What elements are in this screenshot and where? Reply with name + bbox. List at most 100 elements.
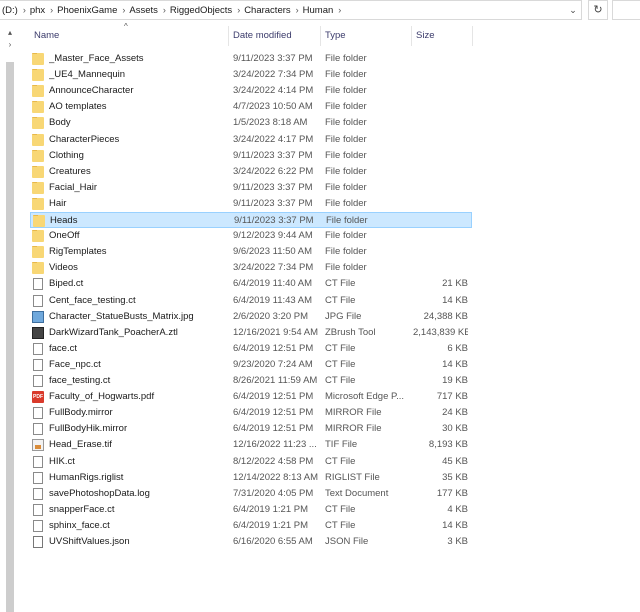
- file-row[interactable]: PDF Faculty_of_Hogwarts.pdf 6/4/2019 12:51…: [30, 389, 472, 405]
- file-type: File folder: [325, 133, 367, 145]
- file-type: ZBrush Tool: [325, 326, 376, 338]
- column-header-row: ^ Name Date modified Type Size: [18, 22, 640, 48]
- folder-icon: [32, 69, 44, 82]
- file-row[interactable]: Heads 9/11/2023 3:37 PM File folder: [30, 212, 472, 228]
- tif-icon: [32, 439, 44, 452]
- file-row[interactable]: sphinx_face.ct 6/4/2019 1:21 PM CT File 14 …: [30, 518, 472, 534]
- file-date-modified: 9/12/2023 9:44 AM: [233, 230, 313, 242]
- file-type: CT File: [325, 358, 356, 370]
- file-name: sphinx_face.ct: [49, 519, 110, 531]
- file-type: File folder: [325, 262, 367, 274]
- file-type: File folder: [325, 165, 367, 177]
- search-input[interactable]: [612, 0, 640, 20]
- file-name: UVShiftValues.json: [49, 536, 130, 547]
- folder-icon: [32, 230, 44, 243]
- file-size: 19 KB: [442, 375, 468, 386]
- chevron-right-icon[interactable]: ›: [237, 5, 240, 15]
- file-row[interactable]: RigTemplates 9/6/2023 11:50 AM File folder: [30, 244, 472, 260]
- file-row[interactable]: FullBodyHik.mirror 6/4/2019 12:51 PM MIRRO…: [30, 421, 472, 437]
- file-size: [413, 83, 468, 99]
- file-row[interactable]: Facial_Hair 9/11/2023 3:37 PM File folder: [30, 180, 472, 196]
- breadcrumb-phoenixgame[interactable]: PhoenixGame: [57, 5, 117, 16]
- file-type: CT File: [325, 342, 356, 354]
- column-divider[interactable]: [472, 26, 473, 46]
- file-row[interactable]: UVShiftValues.json 6/16/2020 6:55 AM JSON …: [30, 534, 472, 550]
- file-size: 24 KB: [442, 407, 468, 419]
- file-size: 4 KB: [447, 503, 468, 515]
- file-type: File folder: [325, 230, 367, 242]
- chevron-right-icon[interactable]: ›: [23, 5, 26, 15]
- file-row[interactable]: HumanRigs.riglist 12/14/2022 8:13 AM RIGLI…: [30, 470, 472, 486]
- folder-icon: [32, 165, 44, 178]
- file-row[interactable]: Hair 9/11/2023 3:37 PM File folder: [30, 196, 472, 212]
- chevron-right-icon[interactable]: ›: [122, 5, 125, 15]
- breadcrumb-assets[interactable]: Assets: [129, 5, 158, 16]
- file-date-modified: 6/4/2019 1:21 PM: [233, 519, 308, 531]
- breadcrumb-human[interactable]: Human: [303, 5, 334, 16]
- file-date-modified: 6/4/2019 12:51 PM: [233, 391, 314, 403]
- file-type: File folder: [325, 85, 367, 97]
- file-name: FullBody.mirror: [49, 407, 113, 419]
- file-date-modified: 12/14/2022 8:13 AM: [233, 471, 319, 483]
- file-name: HIK.ct: [49, 455, 75, 467]
- file-icon: [33, 294, 43, 307]
- file-row[interactable]: AO templates 4/7/2023 10:50 AM File folder: [30, 99, 472, 115]
- file-row[interactable]: savePhotoshopData.log 7/31/2020 4:05 PM Te…: [30, 486, 472, 502]
- file-size: 6 KB: [447, 342, 468, 354]
- column-header-type[interactable]: Type: [321, 22, 411, 48]
- file-date-modified: 3/24/2022 7:34 PM: [233, 69, 314, 81]
- column-header-date[interactable]: Date modified: [229, 22, 321, 48]
- file-row[interactable]: DarkWizardTank_PoacherA.ztl 12/16/2021 9:…: [30, 325, 472, 341]
- file-row[interactable]: face_testing.ct 8/26/2021 11:59 AM CT File…: [30, 373, 472, 389]
- file-row[interactable]: _UE4_Mannequin 3/24/2022 7:34 PM File fold…: [30, 67, 472, 83]
- file-row[interactable]: Head_Erase.tif 12/16/2022 11:23 ... TIF Fi…: [30, 437, 472, 453]
- file-type: CT File: [325, 278, 356, 290]
- address-bar[interactable]: (D:) › phx › PhoenixGame › Assets › RiggedOb…: [0, 0, 582, 20]
- file-row[interactable]: Clothing 9/11/2023 3:37 PM File folder: [30, 148, 472, 164]
- breadcrumb-drive[interactable]: (D:): [2, 5, 18, 16]
- file-row[interactable]: Character_StatueBusts_Matrix.jpg 2/6/2020…: [30, 309, 472, 325]
- chevron-down-icon[interactable]: ⌄: [566, 3, 580, 17]
- chevron-right-icon[interactable]: ›: [50, 5, 53, 15]
- file-row[interactable]: Creatures 3/24/2022 6:22 PM File folder: [30, 164, 472, 180]
- file-row[interactable]: Face_npc.ct 9/23/2020 7:24 AM CT File 14 KB: [30, 357, 472, 373]
- file-date-modified: 12/16/2022 11:23 ...: [233, 439, 317, 451]
- file-name: savePhotoshopData.log: [49, 487, 150, 499]
- file-row[interactable]: FullBody.mirror 6/4/2019 12:51 PM MIRROR F…: [30, 405, 472, 421]
- scroll-up-icon[interactable]: ▴: [5, 28, 15, 38]
- breadcrumb-characters[interactable]: Characters: [244, 5, 290, 16]
- file-type: MIRROR File: [325, 423, 382, 435]
- file-row[interactable]: CharacterPieces 3/24/2022 4:17 PM File fol…: [30, 132, 472, 148]
- file-row[interactable]: Body 1/5/2023 8:18 AM File folder: [30, 115, 472, 131]
- file-row[interactable]: AnnounceCharacter 3/24/2022 4:14 PM File f…: [30, 83, 472, 99]
- navigation-scrollbar[interactable]: [6, 62, 14, 612]
- chevron-right-icon[interactable]: ›: [338, 5, 341, 15]
- chevron-right-icon[interactable]: ›: [163, 5, 166, 15]
- breadcrumb-riggedobjects[interactable]: RiggedObjects: [170, 5, 232, 16]
- file-row[interactable]: OneOff 9/12/2023 9:44 AM File folder: [30, 228, 472, 244]
- file-row[interactable]: _Master_Face_Assets 9/11/2023 3:37 PM File…: [30, 51, 472, 67]
- file-row[interactable]: face.ct 6/4/2019 12:51 PM CT File 6 KB: [30, 341, 472, 357]
- file-date-modified: 9/23/2020 7:24 AM: [233, 358, 313, 370]
- file-row[interactable]: Biped.ct 6/4/2019 11:40 AM CT File 21 KB: [30, 276, 472, 292]
- file-icon: [33, 503, 43, 516]
- file-size: [413, 180, 468, 196]
- file-row[interactable]: Cent_face_testing.ct 6/4/2019 11:43 AM CT …: [30, 293, 472, 309]
- file-row[interactable]: Videos 3/24/2022 7:34 PM File folder: [30, 260, 472, 276]
- file-type: JPG File: [325, 310, 362, 322]
- column-header-size[interactable]: Size: [412, 22, 472, 48]
- file-size: 24,388 KB: [423, 310, 468, 322]
- file-date-modified: 9/11/2023 3:37 PM: [233, 197, 313, 209]
- breadcrumb-phx[interactable]: phx: [30, 5, 45, 16]
- file-row[interactable]: HIK.ct 8/12/2022 4:58 PM CT File 45 KB: [30, 454, 472, 470]
- refresh-icon[interactable]: ↻: [588, 0, 608, 20]
- file-row[interactable]: snapperFace.ct 6/4/2019 1:21 PM CT File 4 K…: [30, 502, 472, 518]
- folder-icon: [32, 85, 44, 98]
- file-date-modified: 8/12/2022 4:58 PM: [233, 455, 314, 467]
- file-date-modified: 6/16/2020 6:55 AM: [233, 536, 313, 547]
- chevron-right-icon[interactable]: ›: [296, 5, 299, 15]
- column-header-name[interactable]: Name: [30, 22, 230, 48]
- file-icon: [33, 375, 43, 387]
- file-type: Microsoft Edge P...: [325, 391, 405, 403]
- chevron-right-icon[interactable]: ›: [5, 40, 15, 50]
